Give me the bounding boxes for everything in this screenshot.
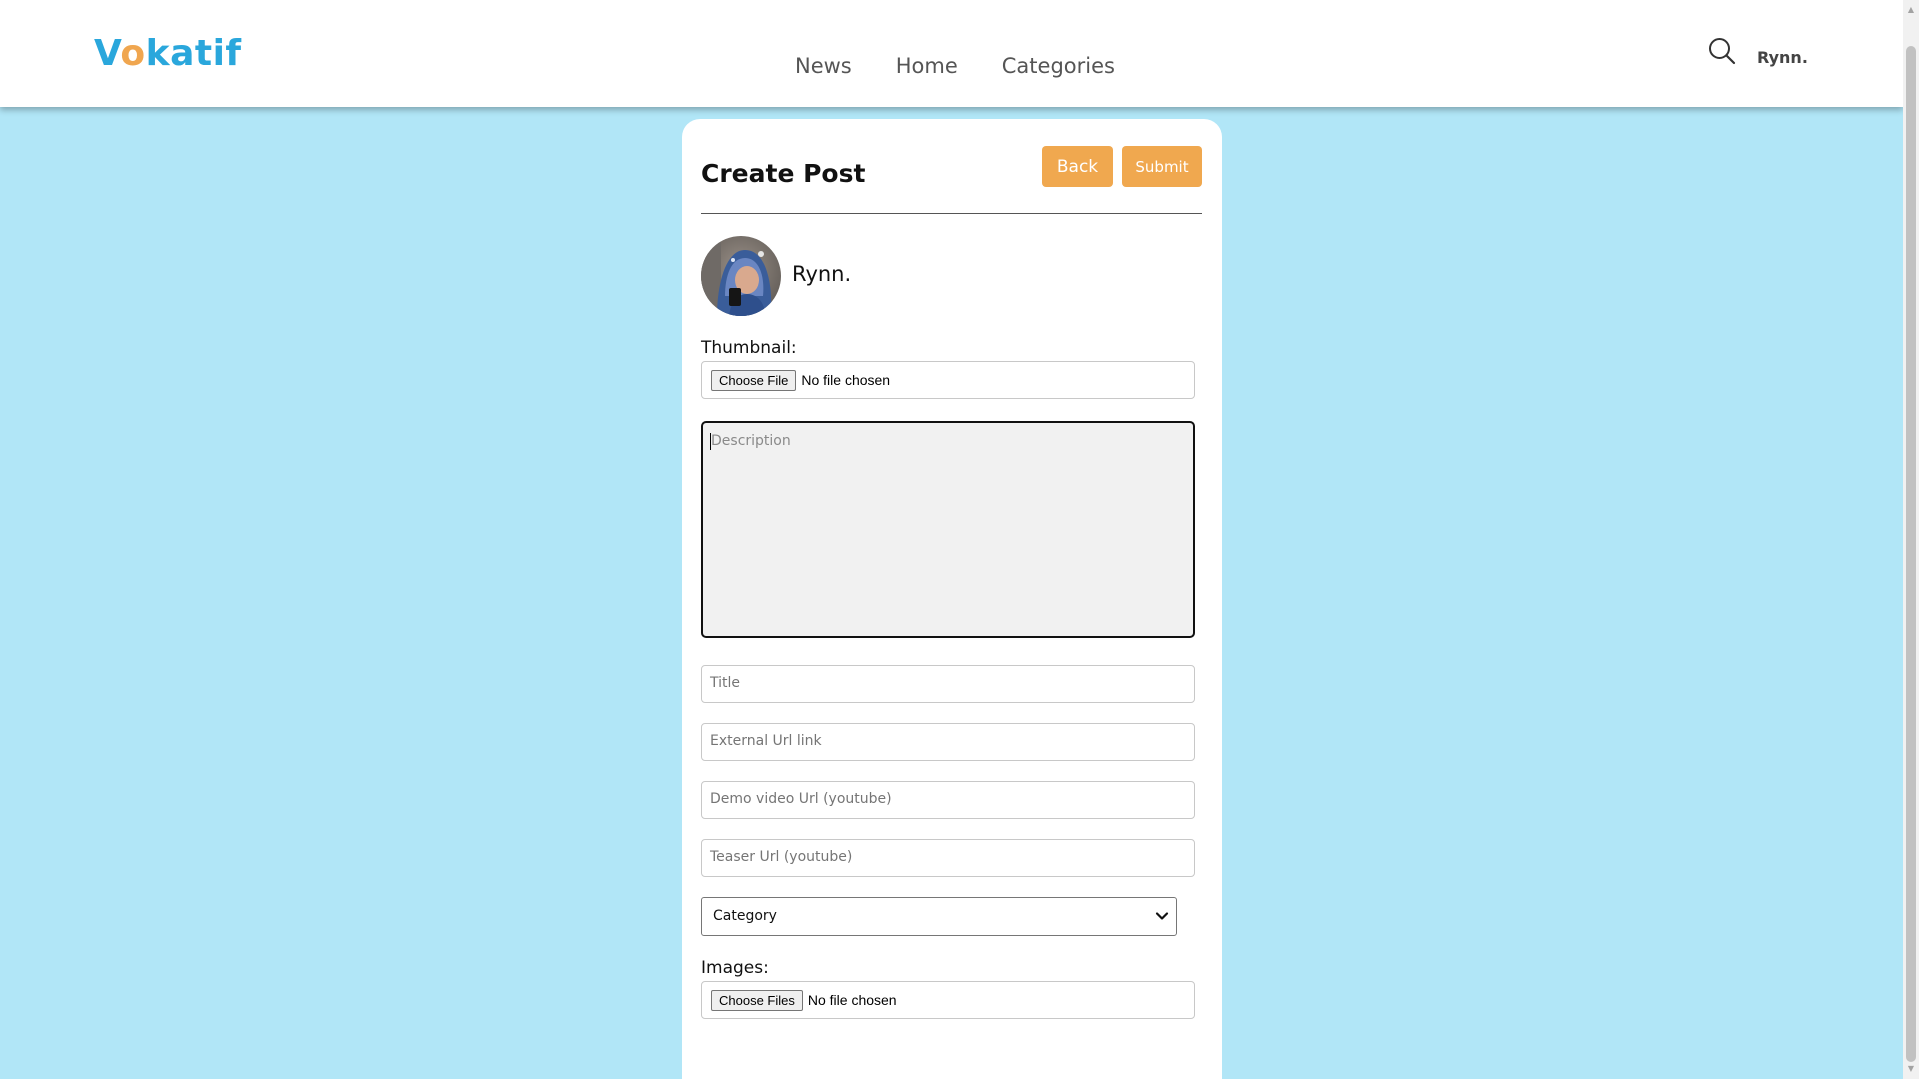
author-name: Rynn. <box>792 262 852 286</box>
external-url-input[interactable]: External Url link <box>701 723 1195 761</box>
create-post-card: Create Post Back Submit Rynn. Thumbnail:… <box>682 119 1222 1079</box>
search-icon[interactable] <box>1707 36 1737 66</box>
page-scrollbar[interactable]: ▲ ▼ <box>1903 0 1919 1079</box>
logo-text-prefix: V <box>94 33 121 74</box>
logo-text-suffix: katif <box>145 33 242 74</box>
images-label: Images: <box>701 958 769 978</box>
teaser-placeholder: Teaser Url (youtube) <box>710 849 853 865</box>
top-navbar: Vokatif News Home Categories Rynn. <box>0 0 1903 107</box>
scroll-up-arrow-icon[interactable]: ▲ <box>1903 2 1919 18</box>
scroll-down-arrow-icon[interactable]: ▼ <box>1903 1061 1919 1077</box>
main-nav: News Home Categories <box>795 54 1115 78</box>
scroll-thumb[interactable] <box>1906 46 1916 1062</box>
images-file-input[interactable]: Choose Files No file chosen <box>701 981 1195 1019</box>
chevron-down-icon <box>1155 912 1169 920</box>
description-textarea[interactable]: Description <box>701 421 1195 638</box>
category-selected-value: Category <box>713 908 777 924</box>
back-button[interactable]: Back <box>1042 146 1113 187</box>
demo-video-placeholder: Demo video Url (youtube) <box>710 791 892 807</box>
thumbnail-file-status: No file chosen <box>801 372 891 388</box>
thumbnail-file-input[interactable]: Choose File No file chosen <box>701 361 1195 399</box>
nav-link-home[interactable]: Home <box>896 54 958 78</box>
logo-text-accent: o <box>120 33 146 74</box>
submit-button[interactable]: Submit <box>1122 146 1202 187</box>
teaser-url-input[interactable]: Teaser Url (youtube) <box>701 839 1195 877</box>
title-divider <box>701 213 1202 214</box>
user-menu[interactable]: Rynn. <box>1757 48 1808 67</box>
external-url-placeholder: External Url link <box>710 733 822 749</box>
thumbnail-label: Thumbnail: <box>701 338 797 358</box>
demo-video-url-input[interactable]: Demo video Url (youtube) <box>701 781 1195 819</box>
page-title: Create Post <box>701 159 866 188</box>
nav-link-categories[interactable]: Categories <box>1002 54 1115 78</box>
thumbnail-choose-file-button[interactable]: Choose File <box>711 369 797 391</box>
site-logo[interactable]: Vokatif <box>94 30 242 78</box>
category-select[interactable]: Category <box>701 897 1177 936</box>
images-file-status: No file chosen <box>807 992 897 1008</box>
title-input[interactable]: Title <box>701 665 1195 703</box>
images-choose-files-button[interactable]: Choose Files <box>711 989 803 1011</box>
avatar <box>701 236 781 316</box>
description-placeholder: Description <box>711 433 791 449</box>
nav-link-news[interactable]: News <box>795 54 852 78</box>
title-placeholder: Title <box>710 675 741 691</box>
